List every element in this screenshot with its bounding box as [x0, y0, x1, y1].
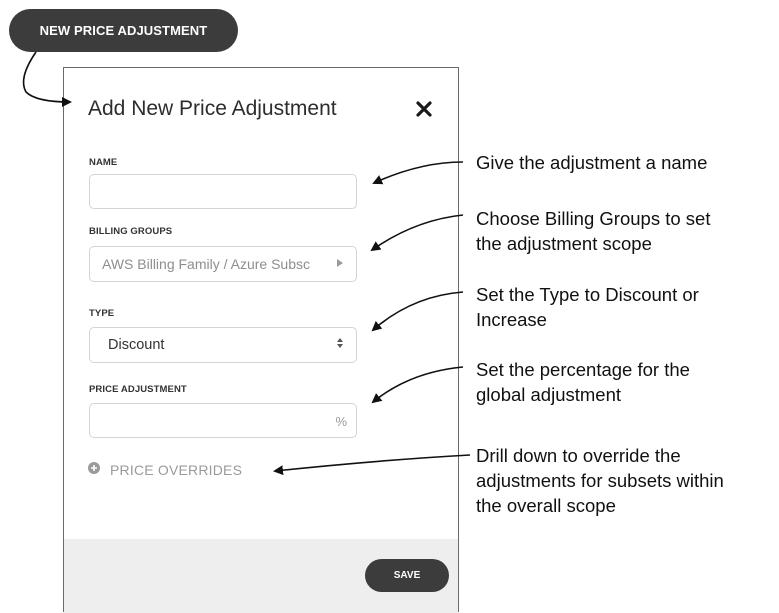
dialog-footer: SAVE	[64, 539, 458, 613]
price-overrides-label: PRICE OVERRIDES	[110, 462, 243, 478]
new-price-adjustment-button[interactable]: NEW PRICE ADJUSTMENT	[9, 9, 238, 52]
billing-groups-selector[interactable]: AWS Billing Family / Azure Subsc	[89, 246, 357, 282]
type-select[interactable]: Discount	[89, 327, 357, 363]
chevron-right-icon	[336, 255, 344, 273]
name-label: NAME	[89, 157, 118, 168]
type-label: TYPE	[89, 308, 115, 319]
billing-groups-value: AWS Billing Family / Azure Subsc	[102, 256, 310, 272]
callout-pct-1: Set the percentage for the	[476, 359, 690, 380]
percent-suffix: %	[335, 414, 347, 429]
callout-pct-2: global adjustment	[476, 384, 622, 405]
up-down-arrows-icon	[336, 336, 344, 355]
price-overrides-toggle[interactable]: PRICE OVERRIDES	[88, 461, 242, 479]
type-value: Discount	[108, 337, 165, 353]
price-adjustment-field-box: %	[89, 403, 357, 438]
name-input[interactable]	[90, 175, 356, 208]
plus-circle-icon	[88, 461, 100, 479]
callout-billing-1: Choose Billing Groups to set	[476, 208, 711, 229]
callout-billing-2: the adjustment scope	[476, 233, 652, 254]
name-field-box	[89, 174, 357, 209]
add-price-adjustment-dialog: Add New Price Adjustment NAME BILLING GR…	[63, 67, 459, 613]
price-adjustment-input[interactable]	[90, 404, 356, 437]
callout-type-1: Set the Type to Discount or	[476, 284, 699, 305]
callout-drill-2: adjustments for subsets within	[476, 470, 724, 491]
close-icon[interactable]	[415, 100, 433, 118]
callout-name: Give the adjustment a name	[476, 152, 708, 173]
callout-drill-3: the overall scope	[476, 495, 616, 516]
dialog-title: Add New Price Adjustment	[88, 97, 337, 120]
save-button[interactable]: SAVE	[365, 559, 449, 592]
price-adjustment-label: PRICE ADJUSTMENT	[89, 384, 187, 395]
callout-type-2: Increase	[476, 309, 547, 330]
callout-drill-1: Drill down to override the	[476, 445, 681, 466]
billing-groups-label: BILLING GROUPS	[89, 226, 173, 237]
